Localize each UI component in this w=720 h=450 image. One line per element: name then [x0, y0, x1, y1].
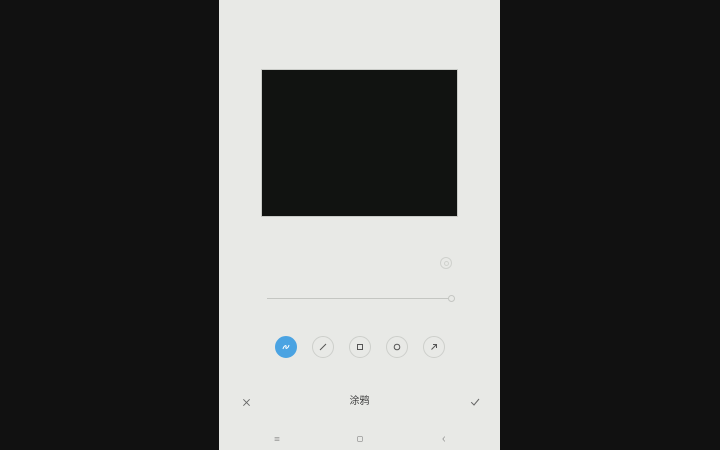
confirm-button[interactable] [468, 395, 482, 409]
color-dot-icon [443, 260, 449, 266]
color-picker-button[interactable] [440, 257, 452, 269]
brush-size-slider-thumb[interactable] [448, 295, 455, 302]
rectangle-icon [357, 344, 363, 350]
tool-pen-button[interactable] [275, 336, 297, 358]
system-navigation-bar [219, 432, 500, 446]
line-icon [319, 343, 327, 351]
tool-rectangle-button[interactable] [349, 336, 371, 358]
tool-arrow-button[interactable] [423, 336, 445, 358]
drawing-tools [275, 336, 445, 358]
drawing-canvas[interactable] [261, 69, 458, 217]
tool-line-button[interactable] [312, 336, 334, 358]
page-title: 涂鸦 [349, 396, 370, 407]
phone-screen: 涂鸦 [219, 0, 500, 450]
home-icon [357, 436, 363, 442]
circle-icon [393, 343, 401, 351]
editor-action-bar: 涂鸦 [219, 392, 500, 412]
pen-icon [282, 344, 290, 350]
arrow-icon [431, 344, 437, 350]
menu-icon [274, 437, 280, 441]
back-icon [442, 436, 446, 442]
back-button[interactable] [437, 432, 451, 446]
menu-button[interactable] [270, 432, 284, 446]
checkmark-icon [470, 398, 480, 406]
tool-circle-button[interactable] [386, 336, 408, 358]
home-button[interactable] [353, 432, 367, 446]
brush-size-slider[interactable] [267, 298, 450, 299]
